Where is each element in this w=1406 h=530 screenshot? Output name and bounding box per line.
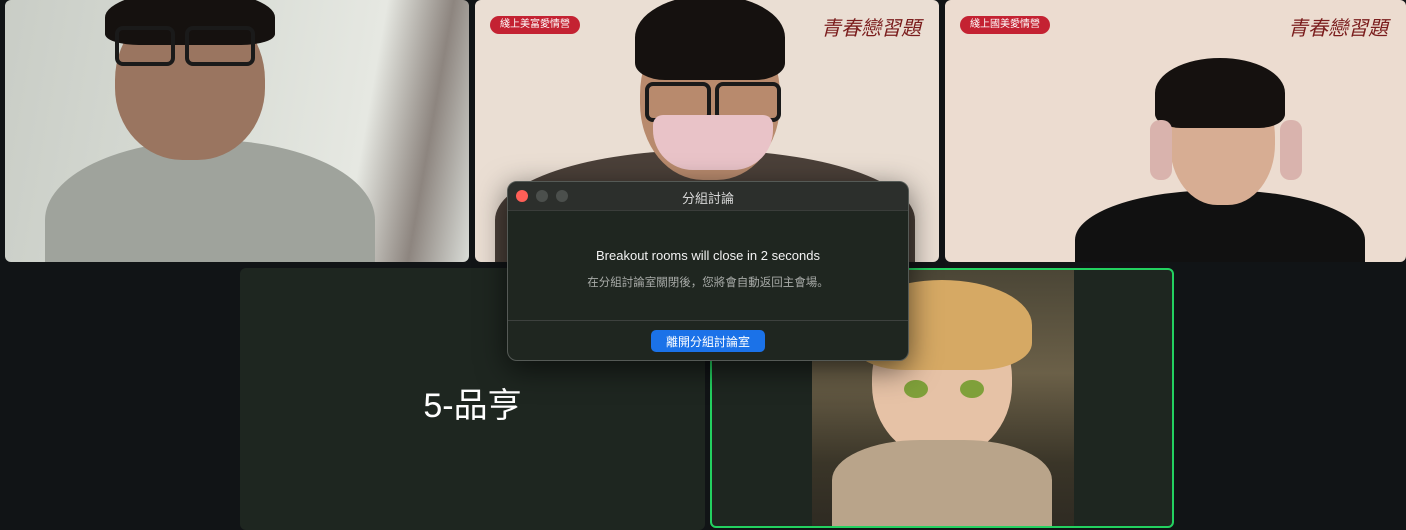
divider [508, 320, 908, 321]
breakout-close-dialog: 分組討論 Breakout rooms will close in 2 seco… [507, 181, 909, 361]
event-logo: 青春戀習題 [821, 16, 921, 40]
participant-name: 5-品亨 [423, 387, 522, 425]
participant-hair [1155, 58, 1285, 128]
headphones-icon [1280, 120, 1302, 180]
dialog-message: Breakout rooms will close in 2 seconds [596, 248, 820, 263]
participant-hair [635, 0, 785, 80]
headphones-icon [1150, 120, 1172, 180]
glasses-icon [115, 26, 175, 66]
event-badge: 綫上美富愛情營 [490, 16, 580, 34]
event-logo: 青春戀習題 [1288, 16, 1388, 40]
dialog-submessage: 在分組討論室關閉後，您將會自動返回主會場。 [587, 275, 829, 289]
video-tile-participant-3[interactable]: 綫上國美愛情營 青春戀習題 [945, 0, 1406, 262]
face-mask [653, 115, 773, 170]
event-badge: 綫上國美愛情營 [960, 16, 1050, 34]
dialog-title: 分組討論 [681, 192, 734, 207]
glasses-icon [185, 26, 255, 66]
avatar-eye [960, 380, 984, 398]
avatar-eye [904, 380, 928, 398]
avatar-body [832, 440, 1052, 526]
video-tile-participant-1[interactable] [5, 0, 469, 262]
dialog-titlebar[interactable]: 分組討論 [508, 182, 908, 211]
leave-breakout-room-button[interactable]: 離開分組討論室 [651, 330, 765, 352]
